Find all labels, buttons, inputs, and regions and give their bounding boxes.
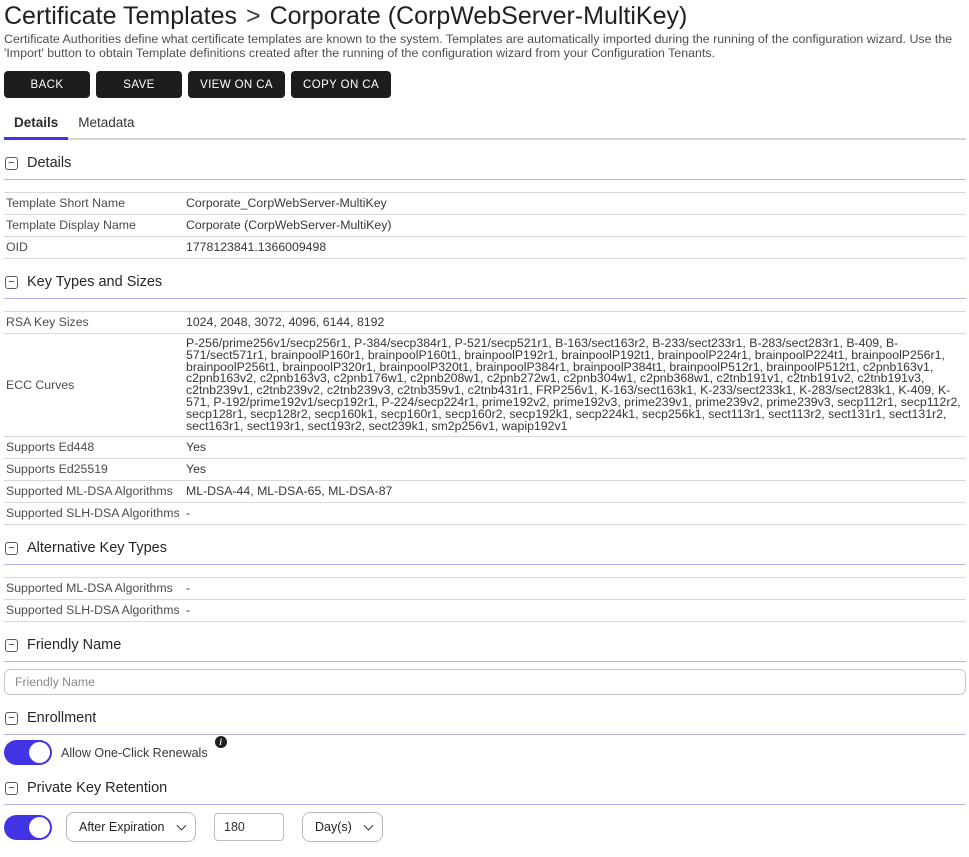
row-value: 1024, 2048, 3072, 4096, 6144, 8192: [186, 316, 388, 329]
alternative-key-types-table: Supported ML-DSA Algorithms - Supported …: [4, 577, 966, 622]
minus-glyph: −: [8, 277, 14, 288]
minus-glyph: −: [8, 713, 14, 724]
row-value: Corporate_CorpWebServer-MultiKey: [186, 197, 391, 210]
section-details-title: Details: [27, 155, 71, 171]
allow-one-click-renewals-toggle[interactable]: [4, 740, 52, 765]
minus-glyph: −: [8, 783, 14, 794]
row-label: ECC Curves: [4, 379, 186, 392]
page: Certificate Templates > Corporate (CorpWeb…: [0, 0, 969, 857]
collapse-minus-icon[interactable]: −: [5, 276, 18, 289]
row-label: Supports Ed25519: [4, 463, 186, 476]
enrollment-toggle-row: Allow One-Click Renewals i: [4, 740, 966, 765]
minus-glyph: −: [8, 158, 14, 169]
section-private-key-retention-header[interactable]: − Private Key Retention: [4, 780, 966, 805]
collapse-minus-icon[interactable]: −: [5, 542, 18, 555]
row-value: ML-DSA-44, ML-DSA-65, ML-DSA-87: [186, 485, 396, 498]
row-label: Supported SLH-DSA Algorithms: [4, 507, 186, 520]
row-value: P-256/prime256v1/secp256r1, P-384/secp38…: [186, 338, 966, 432]
tab-metadata[interactable]: Metadata: [68, 113, 144, 138]
section-private-key-retention-title: Private Key Retention: [27, 780, 167, 796]
row-value: Yes: [186, 463, 210, 476]
section-details-header[interactable]: − Details: [4, 155, 966, 180]
table-row: Supported SLH-DSA Algorithms -: [4, 503, 966, 525]
breadcrumb-separator: >: [246, 2, 261, 30]
minus-glyph: −: [8, 543, 14, 554]
table-row: Supports Ed25519 Yes: [4, 459, 966, 481]
toggle-knob: [29, 817, 50, 838]
private-key-retention-controls: After Expiration Day(s): [4, 812, 966, 842]
table-row: RSA Key Sizes 1024, 2048, 3072, 4096, 61…: [4, 312, 966, 334]
page-title: Certificate Templates > Corporate (CorpWeb…: [4, 2, 966, 30]
row-value: Yes: [186, 441, 210, 454]
page-description: Certificate Authorities define what cert…: [4, 33, 966, 60]
friendly-name-input[interactable]: [4, 669, 966, 695]
section-enrollment-title: Enrollment: [27, 710, 96, 726]
back-button[interactable]: BACK: [4, 71, 90, 98]
collapse-minus-icon[interactable]: −: [5, 782, 18, 795]
collapse-minus-icon[interactable]: −: [5, 712, 18, 725]
toggle-label: Allow One-Click Renewals: [61, 746, 208, 760]
row-value: -: [186, 604, 194, 617]
table-row: ECC Curves P-256/prime256v1/secp256r1, P…: [4, 334, 966, 437]
row-value: Corporate (CorpWebServer-MultiKey): [186, 219, 395, 232]
breadcrumb-current: Corporate (CorpWebServer-MultiKey): [270, 2, 688, 30]
row-label: Supported ML-DSA Algorithms: [4, 485, 186, 498]
section-friendly-name-title: Friendly Name: [27, 637, 121, 653]
row-label: OID: [4, 241, 186, 254]
retention-mode-select-wrap: After Expiration: [66, 812, 196, 842]
section-key-types-header[interactable]: − Key Types and Sizes: [4, 274, 966, 299]
section-key-types-title: Key Types and Sizes: [27, 274, 162, 290]
row-value: 1778123841.1366009498: [186, 241, 330, 254]
row-label: Supported ML-DSA Algorithms: [4, 582, 186, 595]
row-value: -: [186, 507, 194, 520]
collapse-minus-icon[interactable]: −: [5, 157, 18, 170]
table-row: Supported ML-DSA Algorithms -: [4, 578, 966, 600]
copy-on-ca-button[interactable]: COPY ON CA: [291, 71, 391, 98]
section-friendly-name-header[interactable]: − Friendly Name: [4, 637, 966, 662]
key-types-table: RSA Key Sizes 1024, 2048, 3072, 4096, 61…: [4, 311, 966, 525]
retention-mode-select[interactable]: After Expiration: [66, 812, 196, 842]
retention-unit-select-wrap: Day(s): [302, 812, 383, 842]
table-row: Template Display Name Corporate (CorpWeb…: [4, 215, 966, 237]
section-alternative-key-types-header[interactable]: − Alternative Key Types: [4, 540, 966, 565]
row-value: -: [186, 582, 194, 595]
row-label: Supported SLH-DSA Algorithms: [4, 604, 186, 617]
table-row: Supported SLH-DSA Algorithms -: [4, 600, 966, 622]
row-label: Template Short Name: [4, 197, 186, 210]
retention-amount-input[interactable]: [214, 813, 284, 841]
table-row: OID 1778123841.1366009498: [4, 237, 966, 259]
info-icon[interactable]: i: [215, 736, 227, 748]
tab-bar: Details Metadata: [4, 113, 966, 140]
view-on-ca-button[interactable]: VIEW ON CA: [188, 71, 285, 98]
save-button[interactable]: SAVE: [96, 71, 182, 98]
private-key-retention-toggle[interactable]: [4, 815, 52, 840]
table-row: Supported ML-DSA Algorithms ML-DSA-44, M…: [4, 481, 966, 503]
row-label: Supports Ed448: [4, 441, 186, 454]
collapse-minus-icon[interactable]: −: [5, 639, 18, 652]
details-table: Template Short Name Corporate_CorpWebSer…: [4, 192, 966, 259]
tab-details[interactable]: Details: [4, 113, 68, 138]
table-row: Supports Ed448 Yes: [4, 437, 966, 459]
breadcrumb-root[interactable]: Certificate Templates: [4, 2, 237, 30]
section-enrollment-header[interactable]: − Enrollment: [4, 710, 966, 735]
retention-unit-select[interactable]: Day(s): [302, 812, 383, 842]
row-label: Template Display Name: [4, 219, 186, 232]
table-row: Template Short Name Corporate_CorpWebSer…: [4, 193, 966, 215]
toggle-knob: [29, 742, 50, 763]
section-alternative-key-types-title: Alternative Key Types: [27, 540, 167, 556]
row-label: RSA Key Sizes: [4, 316, 186, 329]
toolbar: BACK SAVE VIEW ON CA COPY ON CA: [4, 71, 966, 98]
minus-glyph: −: [8, 640, 14, 651]
